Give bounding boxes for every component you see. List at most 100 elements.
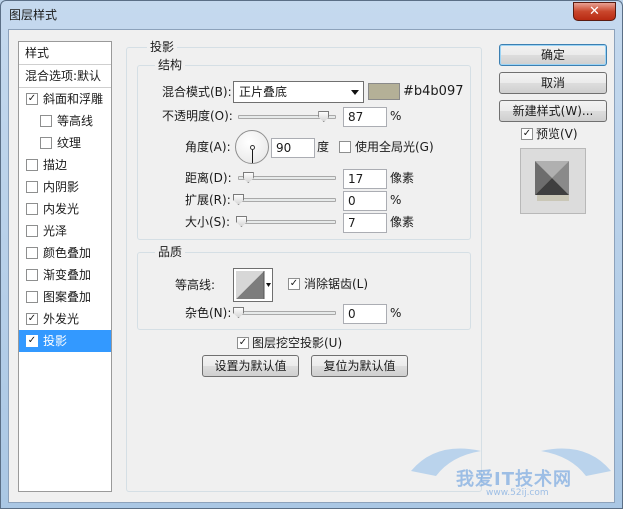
sidebar-item-checkbox[interactable]: ✓ xyxy=(26,313,38,325)
sidebar-item-label: 内阴影 xyxy=(43,180,80,194)
angle-input[interactable]: 90 xyxy=(271,138,315,158)
sidebar-item-checkbox[interactable] xyxy=(26,203,38,215)
sidebar-item-checkbox[interactable] xyxy=(26,247,38,259)
style-preview xyxy=(520,148,586,214)
sidebar-item[interactable]: ✓ 投影 xyxy=(19,330,111,352)
angle-dial[interactable] xyxy=(235,130,269,164)
distance-unit: 像素 xyxy=(390,171,415,185)
contour-preview-icon xyxy=(236,271,271,299)
drop-shadow-title: 投影 xyxy=(147,40,178,54)
ok-button[interactable]: 确定 xyxy=(499,44,607,66)
style-list-header: 样式 xyxy=(25,46,50,60)
chevron-down-icon xyxy=(351,90,359,95)
spread-input[interactable]: 0 xyxy=(343,191,387,211)
distance-input[interactable]: 17 xyxy=(343,169,387,189)
sidebar-item[interactable]: 颜色叠加 xyxy=(19,242,111,264)
sidebar-item-label: 图案叠加 xyxy=(43,290,92,304)
size-unit: 像素 xyxy=(390,215,415,229)
sidebar-item-checkbox[interactable] xyxy=(26,225,38,237)
sidebar-item-checkbox[interactable] xyxy=(26,269,38,281)
sidebar-item[interactable]: 描边 xyxy=(19,154,111,176)
sidebar-item-label: 纹理 xyxy=(57,136,82,150)
opacity-unit: % xyxy=(390,109,402,123)
sidebar-item-label: 等高线 xyxy=(57,114,94,128)
preview-checkbox[interactable]: ✓ xyxy=(521,128,533,140)
watermark-url: www.52ij.com xyxy=(486,488,549,498)
structure-title: 结构 xyxy=(155,58,186,72)
shadow-color-swatch[interactable] xyxy=(368,83,400,100)
opacity-label: 不透明度(O): xyxy=(162,109,233,123)
sidebar-item[interactable]: 纹理 xyxy=(19,132,111,154)
style-list: 样式 混合选项:默认 ✓ 斜面和浮雕等高线纹理描边内阴影内发光光泽颜色叠加渐变叠加… xyxy=(18,41,112,492)
anti-alias-label: 消除锯齿(L) xyxy=(304,277,369,291)
angle-label: 角度(A): xyxy=(185,140,231,154)
spread-slider-track[interactable] xyxy=(238,198,336,202)
knockout-checkbox[interactable]: ✓ xyxy=(237,337,249,349)
sidebar-item-checkbox[interactable] xyxy=(40,115,52,127)
sidebar-item-checkbox[interactable] xyxy=(26,159,38,171)
shadow-color-hex: #b4b097 xyxy=(403,84,464,99)
opacity-input[interactable]: 87 xyxy=(343,107,387,127)
sidebar-item[interactable]: 内发光 xyxy=(19,198,111,220)
global-light-label: 使用全局光(G) xyxy=(355,140,434,154)
sidebar-item[interactable]: 等高线 xyxy=(19,110,111,132)
layer-style-dialog: 图层样式 ✕ 样式 混合选项:默认 ✓ 斜面和浮雕等高线纹理描边内阴影内发光光泽颜… xyxy=(0,0,623,509)
sidebar-item-checkbox[interactable] xyxy=(26,181,38,193)
noise-slider-track[interactable] xyxy=(238,311,336,315)
sidebar-item[interactable]: 渐变叠加 xyxy=(19,264,111,286)
size-label: 大小(S): xyxy=(185,215,231,229)
sidebar-item-blend-options[interactable]: 混合选项:默认 xyxy=(19,65,111,87)
noise-input[interactable]: 0 xyxy=(343,304,387,324)
contour-label: 等高线: xyxy=(175,278,216,292)
blend-mode-select[interactable]: 正片叠底 xyxy=(233,81,364,103)
blend-mode-value: 正片叠底 xyxy=(239,85,288,99)
contour-picker[interactable] xyxy=(233,268,273,302)
angle-unit: 度 xyxy=(317,140,330,154)
checkmark-icon: ✓ xyxy=(27,313,37,324)
quality-title: 品质 xyxy=(155,245,186,259)
sidebar-item-label: 外发光 xyxy=(43,312,80,326)
close-icon: ✕ xyxy=(589,4,600,19)
noise-unit: % xyxy=(390,306,402,320)
spread-unit: % xyxy=(390,193,402,207)
make-default-button[interactable]: 设置为默认值 xyxy=(202,355,299,377)
noise-label: 杂色(N): xyxy=(185,306,232,320)
sidebar-item-checkbox[interactable]: ✓ xyxy=(26,335,38,347)
size-input[interactable]: 7 xyxy=(343,213,387,233)
distance-label: 距离(D): xyxy=(185,171,232,185)
sidebar-item[interactable]: 光泽 xyxy=(19,220,111,242)
checkmark-icon: ✓ xyxy=(238,337,248,348)
knockout-label: 图层挖空投影(U) xyxy=(252,336,343,350)
sidebar-item[interactable]: ✓ 外发光 xyxy=(19,308,111,330)
global-light-checkbox[interactable] xyxy=(339,141,351,153)
sidebar-item[interactable]: ✓ 斜面和浮雕 xyxy=(19,88,111,110)
sidebar-item-label: 渐变叠加 xyxy=(43,268,92,282)
title-bar[interactable]: 图层样式 ✕ xyxy=(1,1,622,27)
sidebar-item-checkbox[interactable] xyxy=(26,291,38,303)
cancel-button[interactable]: 取消 xyxy=(499,72,607,94)
watermark: 我爱IT技术网 www.52ij.com xyxy=(406,431,616,501)
sidebar-item-label: 内发光 xyxy=(43,202,80,216)
sidebar-item-checkbox[interactable] xyxy=(40,137,52,149)
sidebar-item[interactable]: 内阴影 xyxy=(19,176,111,198)
new-style-button[interactable]: 新建样式(W)... xyxy=(499,100,607,122)
angle-center xyxy=(250,145,255,150)
checkmark-icon: ✓ xyxy=(27,93,37,104)
checkmark-icon: ✓ xyxy=(289,278,299,289)
sidebar-item[interactable]: 图案叠加 xyxy=(19,286,111,308)
spread-label: 扩展(R): xyxy=(185,193,231,207)
preview-label: 预览(V) xyxy=(536,127,578,141)
sidebar-item-checkbox[interactable]: ✓ xyxy=(26,93,38,105)
preview-thumbnail xyxy=(535,161,569,201)
blend-mode-label: 混合模式(B): xyxy=(162,85,232,99)
sidebar-item-label: 投影 xyxy=(43,334,68,348)
sidebar-item-label: 描边 xyxy=(43,158,68,172)
checkmark-icon: ✓ xyxy=(27,335,37,346)
window-title: 图层样式 xyxy=(9,8,58,22)
checkmark-icon: ✓ xyxy=(522,128,532,139)
close-button[interactable]: ✕ xyxy=(573,2,616,21)
size-slider-track[interactable] xyxy=(238,220,336,224)
sidebar-item-label: 光泽 xyxy=(43,224,68,238)
reset-default-button[interactable]: 复位为默认值 xyxy=(311,355,408,377)
anti-alias-checkbox[interactable]: ✓ xyxy=(288,278,300,290)
